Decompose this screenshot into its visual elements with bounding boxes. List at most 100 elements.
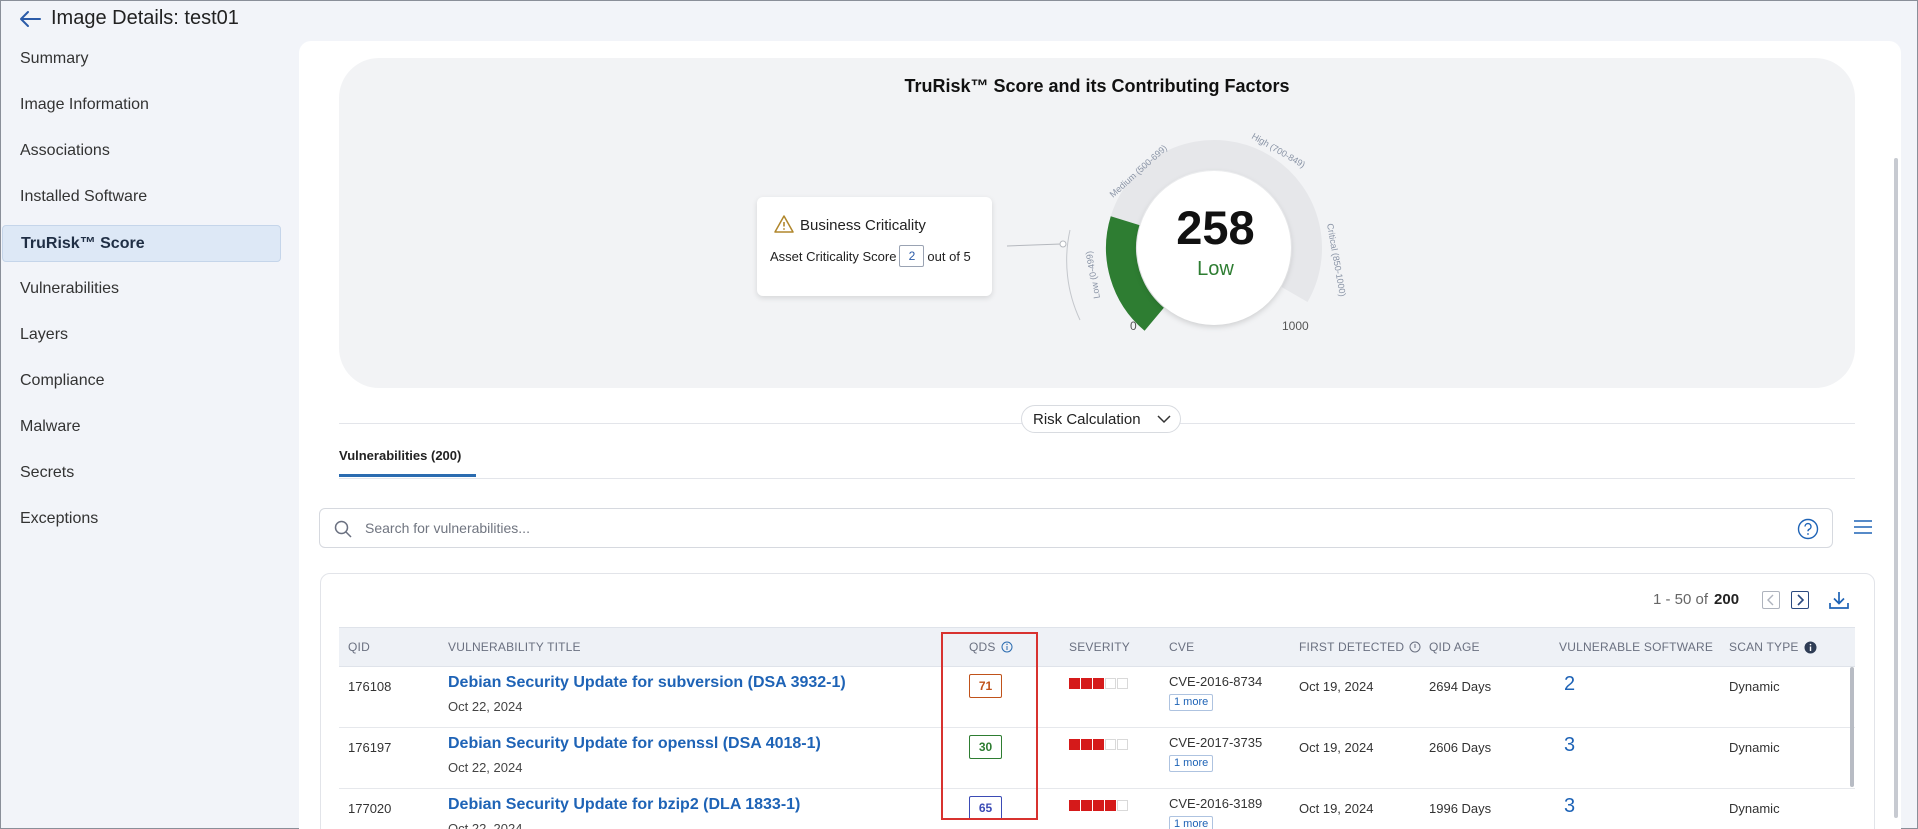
header: Image Details: test01 [0,0,1918,40]
table-row[interactable]: 177020 Debian Security Update for bzip2 … [339,789,1855,829]
info-icon[interactable] [1804,641,1817,654]
asset-criticality-row: Asset Criticality Score 2 out of 5 [770,245,971,267]
chevron-left-icon [1767,594,1774,606]
column-header-title[interactable]: VULNERABILITY TITLE [448,640,581,654]
asset-criticality-value: 2 [899,245,925,267]
sidebar-item-installed-software[interactable]: Installed Software [2,178,281,215]
vulnerable-software-count[interactable]: 3 [1564,734,1575,757]
severity-square [1081,800,1092,811]
help-icon[interactable] [1797,518,1819,540]
vulnerability-search [319,508,1833,548]
back-arrow-icon[interactable] [18,7,44,31]
severity-square [1093,739,1104,750]
cve-cell: CVE-2017-3735 [1169,735,1263,750]
vulnerable-software-count[interactable]: 2 [1564,673,1575,696]
risk-calculation-label: Risk Calculation [1033,410,1141,428]
table-header: QID VULNERABILITY TITLE QDS SEVERITY CVE… [339,627,1855,667]
column-header-scan-type[interactable]: SCAN TYPE [1729,640,1817,654]
business-criticality-title: Business Criticality [800,217,926,234]
severity-square [1069,800,1080,811]
pagination-range: 1 - 50 of [1653,591,1709,608]
column-menu-icon[interactable] [1852,518,1874,536]
page-scrollbar[interactable] [1894,158,1898,818]
sidebar-item-image-information[interactable]: Image Information [2,86,281,123]
cve-cell: CVE-2016-3189 [1169,796,1263,811]
vulnerable-software-count[interactable]: 3 [1564,795,1575,818]
table-scrollbar[interactable] [1850,667,1854,787]
sidebar-item-secrets[interactable]: Secrets [2,454,281,491]
warning-icon [774,215,794,233]
cve-more-link[interactable]: 1 more [1169,816,1214,829]
vulnerability-title-link[interactable]: Debian Security Update for subversion (D… [448,674,846,692]
clock-info-icon[interactable] [1409,641,1421,653]
qid-cell: 177020 [348,801,392,816]
cve-more-link[interactable]: 1 more [1169,755,1214,772]
panel-title: TruRisk™ Score and its Contributing Fact… [904,76,1290,96]
vulnerability-date: Oct 22, 2024 [448,760,523,775]
severity-indicator [1069,800,1128,811]
column-header-qid-age[interactable]: QID AGE [1429,640,1480,654]
severity-indicator [1069,739,1128,750]
next-page-button[interactable] [1791,591,1809,609]
chevron-right-icon [1797,594,1805,606]
cve-cell: CVE-2016-8734 [1169,674,1263,689]
first-detected-cell: Oct 19, 2024 [1299,801,1374,816]
sidebar-item-summary[interactable]: Summary [2,40,281,77]
column-header-cve[interactable]: CVE [1169,640,1194,654]
asset-criticality-label: Asset Criticality Score [770,248,897,264]
gauge-min-label: 0 [1130,319,1137,333]
column-header-severity[interactable]: SEVERITY [1069,640,1130,654]
trurisk-score-value: 258 [1176,201,1255,254]
sidebar-item-vulnerabilities[interactable]: Vulnerabilities [2,270,281,307]
sidebar-item-associations[interactable]: Associations [2,132,281,169]
table-row[interactable]: 176108 Debian Security Update for subver… [339,667,1855,728]
chevron-down-icon [1157,415,1171,424]
search-icon [334,520,352,538]
tab-vulnerabilities[interactable]: Vulnerabilities (200) [339,448,461,463]
sidebar-item-layers[interactable]: Layers [2,316,281,353]
band-label-critical: Critical (850-1000) [1325,223,1348,298]
scan-type-cell: Dynamic [1729,801,1780,816]
column-header-qid[interactable]: QID [348,640,370,654]
tab-divider [339,478,1855,479]
sidebar-item-exceptions[interactable]: Exceptions [2,500,281,537]
gauge-max-label: 1000 [1282,319,1309,333]
previous-page-button[interactable] [1762,591,1780,609]
sidebar-item-compliance[interactable]: Compliance [2,362,281,399]
qid-age-cell: 2606 Days [1429,740,1492,755]
band-label-low: Low (0-499) [1084,250,1102,299]
qid-cell: 176197 [348,740,392,755]
severity-square [1069,678,1080,689]
gauge-outer-arc [1066,229,1081,321]
sidebar-item-trurisk-score[interactable]: TruRisk™ Score [2,225,281,262]
severity-square [1105,739,1116,750]
business-criticality-card: Business Criticality Asset Criticality S… [757,197,992,296]
severity-square [1069,739,1080,750]
column-header-first-detected[interactable]: FIRST DETECTED [1299,640,1421,654]
severity-square [1117,800,1128,811]
severity-square [1117,739,1128,750]
vulnerability-date: Oct 22, 2024 [448,821,523,829]
cve-more-link[interactable]: 1 more [1169,694,1214,711]
sidebar-item-malware[interactable]: Malware [2,408,281,445]
risk-calculation-toggle[interactable]: Risk Calculation [1021,405,1181,433]
vulnerability-title-link[interactable]: Debian Security Update for bzip2 (DLA 18… [448,796,800,814]
table-row[interactable]: 176197 Debian Security Update for openss… [339,728,1855,789]
scan-type-cell: Dynamic [1729,679,1780,694]
first-detected-cell: Oct 19, 2024 [1299,679,1374,694]
tab-active-indicator [339,474,476,477]
scan-type-cell: Dynamic [1729,740,1780,755]
severity-square [1093,800,1104,811]
severity-square [1081,739,1092,750]
severity-square [1117,678,1128,689]
qid-cell: 176108 [348,679,392,694]
vulnerability-title-link[interactable]: Debian Security Update for openssl (DSA … [448,735,821,753]
severity-square [1105,678,1116,689]
download-icon[interactable] [1828,590,1850,610]
severity-indicator [1069,678,1128,689]
qid-age-cell: 1996 Days [1429,801,1492,816]
qid-age-cell: 2694 Days [1429,679,1492,694]
asset-criticality-suffix: out of 5 [927,248,971,264]
search-input[interactable] [365,518,1715,538]
column-header-vulnerable-software[interactable]: VULNERABLE SOFTWARE [1559,640,1713,654]
